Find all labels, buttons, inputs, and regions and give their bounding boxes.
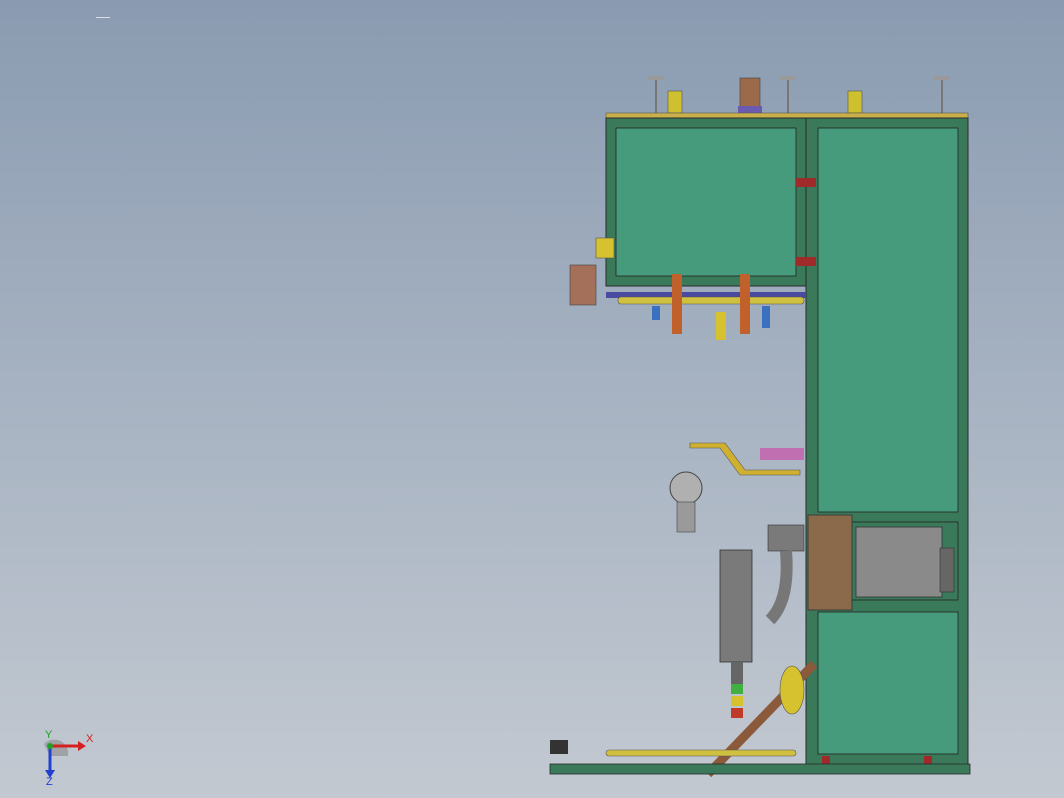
- leveling-foot: [780, 76, 796, 113]
- top-sensor-block: [667, 90, 683, 114]
- cable-hose: [765, 550, 793, 625]
- cad-model-view[interactable]: [0, 0, 1064, 798]
- side-bracket: [595, 237, 615, 259]
- coordinate-triad: X Y Z: [44, 730, 94, 786]
- base-end-block: [550, 740, 568, 754]
- stack-light-red: [731, 708, 743, 718]
- base-beam: [549, 763, 971, 775]
- main-column-panel-upper: [817, 127, 959, 513]
- gripper-tool: [716, 312, 726, 340]
- yellow-actuator: [779, 665, 805, 715]
- top-junction-box: [739, 77, 761, 109]
- control-panel: [719, 549, 753, 663]
- leveling-foot: [648, 76, 664, 113]
- upper-cabinet-panel: [615, 127, 797, 277]
- manipulator-slide: [760, 448, 804, 460]
- motor-end-cap: [939, 547, 955, 593]
- red-bracket: [796, 257, 816, 266]
- bottom-cylinder: [605, 749, 797, 757]
- gripper-tool: [652, 306, 660, 320]
- top-beam: [605, 112, 969, 119]
- top-sensor-block: [847, 90, 863, 114]
- motor-housing: [855, 526, 943, 598]
- z-axis-label: Z: [46, 776, 53, 786]
- gripper-head: [669, 471, 703, 505]
- stack-light-yellow: [731, 696, 743, 706]
- leveling-foot: [934, 76, 950, 113]
- y-axis-label: Y: [45, 730, 53, 741]
- x-axis-label: X: [86, 733, 94, 745]
- y-axis-icon: [47, 743, 53, 749]
- cable-duct: [767, 524, 805, 552]
- gripper-tool: [762, 306, 770, 328]
- main-column-panel-lower: [817, 611, 959, 755]
- top-junction-box-plate: [738, 106, 762, 113]
- stack-light-pole: [731, 662, 743, 684]
- stack-light-green: [731, 684, 743, 694]
- red-bracket: [796, 178, 816, 187]
- gripper-body: [676, 501, 696, 533]
- x-arrow-icon: [78, 741, 86, 751]
- gripper-arm: [672, 274, 682, 334]
- gearbox-plate: [807, 514, 853, 611]
- gripper-arm: [740, 274, 750, 334]
- linear-cylinder: [617, 296, 805, 305]
- side-control-box: [569, 264, 597, 306]
